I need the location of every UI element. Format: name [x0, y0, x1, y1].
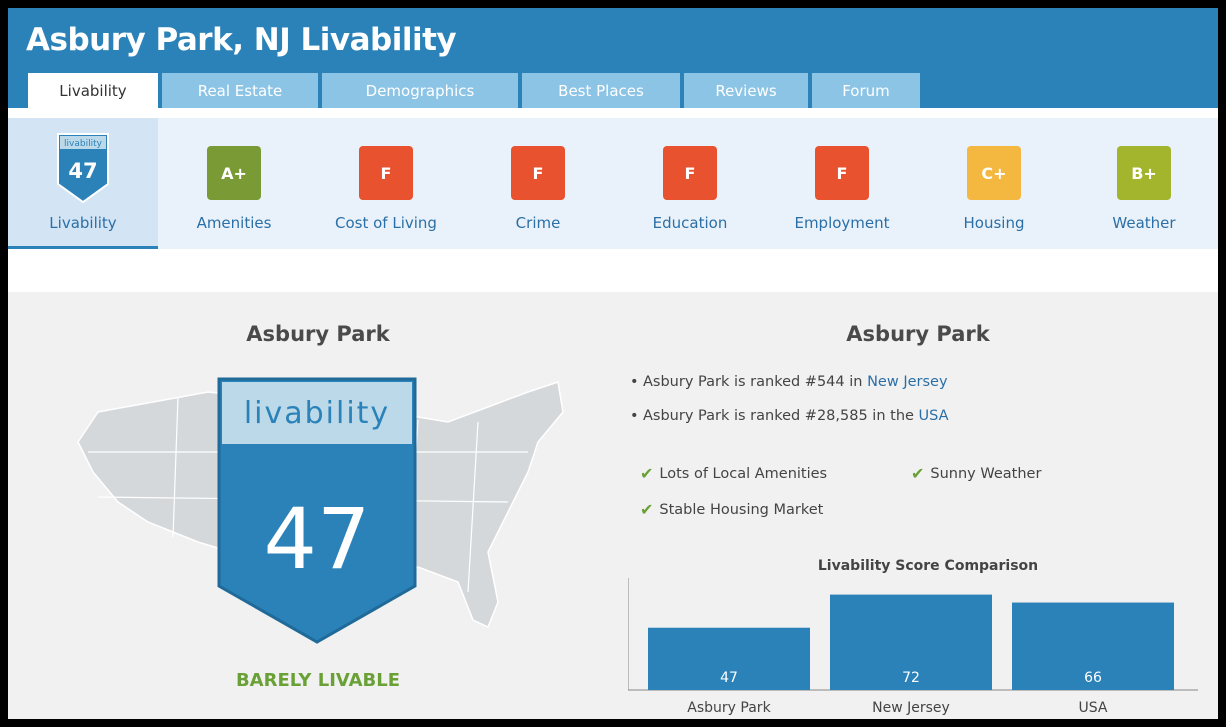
rank-usa-text: Asbury Park is ranked #28,585 in the: [643, 408, 919, 424]
tab-reviews[interactable]: Reviews: [684, 73, 808, 108]
category-label: Crime: [515, 214, 561, 232]
category-label: Livability: [49, 214, 117, 232]
badge-score: 47: [264, 490, 371, 588]
checkmark-icon: ✔: [640, 464, 654, 483]
category-education[interactable]: F Education: [614, 118, 766, 249]
tab-livability[interactable]: Livability: [28, 73, 158, 108]
chart-value-label: 72: [902, 670, 920, 686]
checkmark-icon: ✔: [640, 500, 654, 519]
rank-state-item: Asbury Park is ranked #544 in New Jersey: [628, 372, 949, 406]
main-content: Asbury Park livability 47 BARELY LIVABLE…: [8, 292, 1218, 719]
feature-label: Lots of Local Amenities: [659, 465, 828, 482]
page-frame: Asbury Park, NJ Livability Livability Re…: [8, 8, 1218, 719]
category-weather[interactable]: B+ Weather: [1070, 118, 1218, 249]
category-label: Amenities: [196, 214, 272, 232]
grade-badge: F: [511, 146, 565, 200]
city-title-left: Asbury Park: [246, 322, 390, 346]
grade-badge: F: [663, 146, 717, 200]
feature-label: Stable Housing Market: [659, 501, 824, 518]
grade-badge: F: [815, 146, 869, 200]
category-employment[interactable]: F Employment: [766, 118, 918, 249]
livability-badge-icon: livability 47: [57, 133, 109, 204]
rank-list: Asbury Park is ranked #544 in New Jersey…: [628, 372, 949, 440]
tab-demographics[interactable]: Demographics: [322, 73, 518, 108]
page-header: Asbury Park, NJ Livability Livability Re…: [8, 8, 1218, 108]
tab-real-estate[interactable]: Real Estate: [162, 73, 318, 108]
grade-badge: F: [359, 146, 413, 200]
chart-category-label: New Jersey: [872, 700, 950, 716]
category-cost-of-living[interactable]: F Cost of Living: [310, 118, 462, 249]
chart-value-label: 66: [1084, 670, 1102, 686]
badge-word: livability: [244, 396, 390, 431]
mini-badge-word: livability: [64, 139, 103, 149]
page-title: Asbury Park, NJ Livability: [26, 22, 457, 58]
category-label: Cost of Living: [335, 214, 437, 232]
tab-best-places[interactable]: Best Places: [522, 73, 680, 108]
category-livability[interactable]: livability 47 Livability: [8, 118, 158, 249]
rank-state-text: Asbury Park is ranked #544 in: [643, 374, 868, 390]
category-label: Housing: [963, 214, 1025, 232]
mini-badge-score: 47: [68, 159, 97, 183]
category-amenities[interactable]: A+ Amenities: [158, 118, 310, 249]
chart-value-label: 47: [720, 670, 738, 686]
feature-label: Sunny Weather: [930, 465, 1042, 482]
feature-item: ✔ Lots of Local Amenities: [640, 464, 827, 483]
feature-item: ✔ Sunny Weather: [911, 464, 1041, 483]
category-label: Education: [652, 214, 728, 232]
category-strip: livability 47 Livability A+ Amenities F …: [8, 118, 1218, 249]
score-comparison-chart: 47 Asbury Park 72 New Jersey 66 USA: [628, 578, 1198, 716]
rank-usa-item: Asbury Park is ranked #28,585 in the USA: [628, 406, 949, 440]
chart-category-label: Asbury Park: [687, 700, 771, 716]
grade-badge: C+: [967, 146, 1021, 200]
category-crime[interactable]: F Crime: [462, 118, 614, 249]
grade-badge: A+: [207, 146, 261, 200]
checkmark-icon: ✔: [911, 464, 925, 483]
new-jersey-link[interactable]: New Jersey: [867, 374, 947, 390]
grade-badge: B+: [1117, 146, 1171, 200]
tab-forum[interactable]: Forum: [812, 73, 920, 108]
city-title-right: Asbury Park: [846, 322, 990, 346]
category-housing[interactable]: C+ Housing: [918, 118, 1070, 249]
feature-item: ✔ Stable Housing Market: [640, 500, 823, 519]
livability-score-badge: livability 47: [217, 377, 417, 644]
livability-verdict: BARELY LIVABLE: [235, 670, 401, 691]
category-label: Employment: [794, 214, 890, 232]
category-label: Weather: [1112, 214, 1176, 232]
chart-category-label: USA: [1079, 700, 1108, 716]
usa-link[interactable]: USA: [919, 408, 949, 424]
